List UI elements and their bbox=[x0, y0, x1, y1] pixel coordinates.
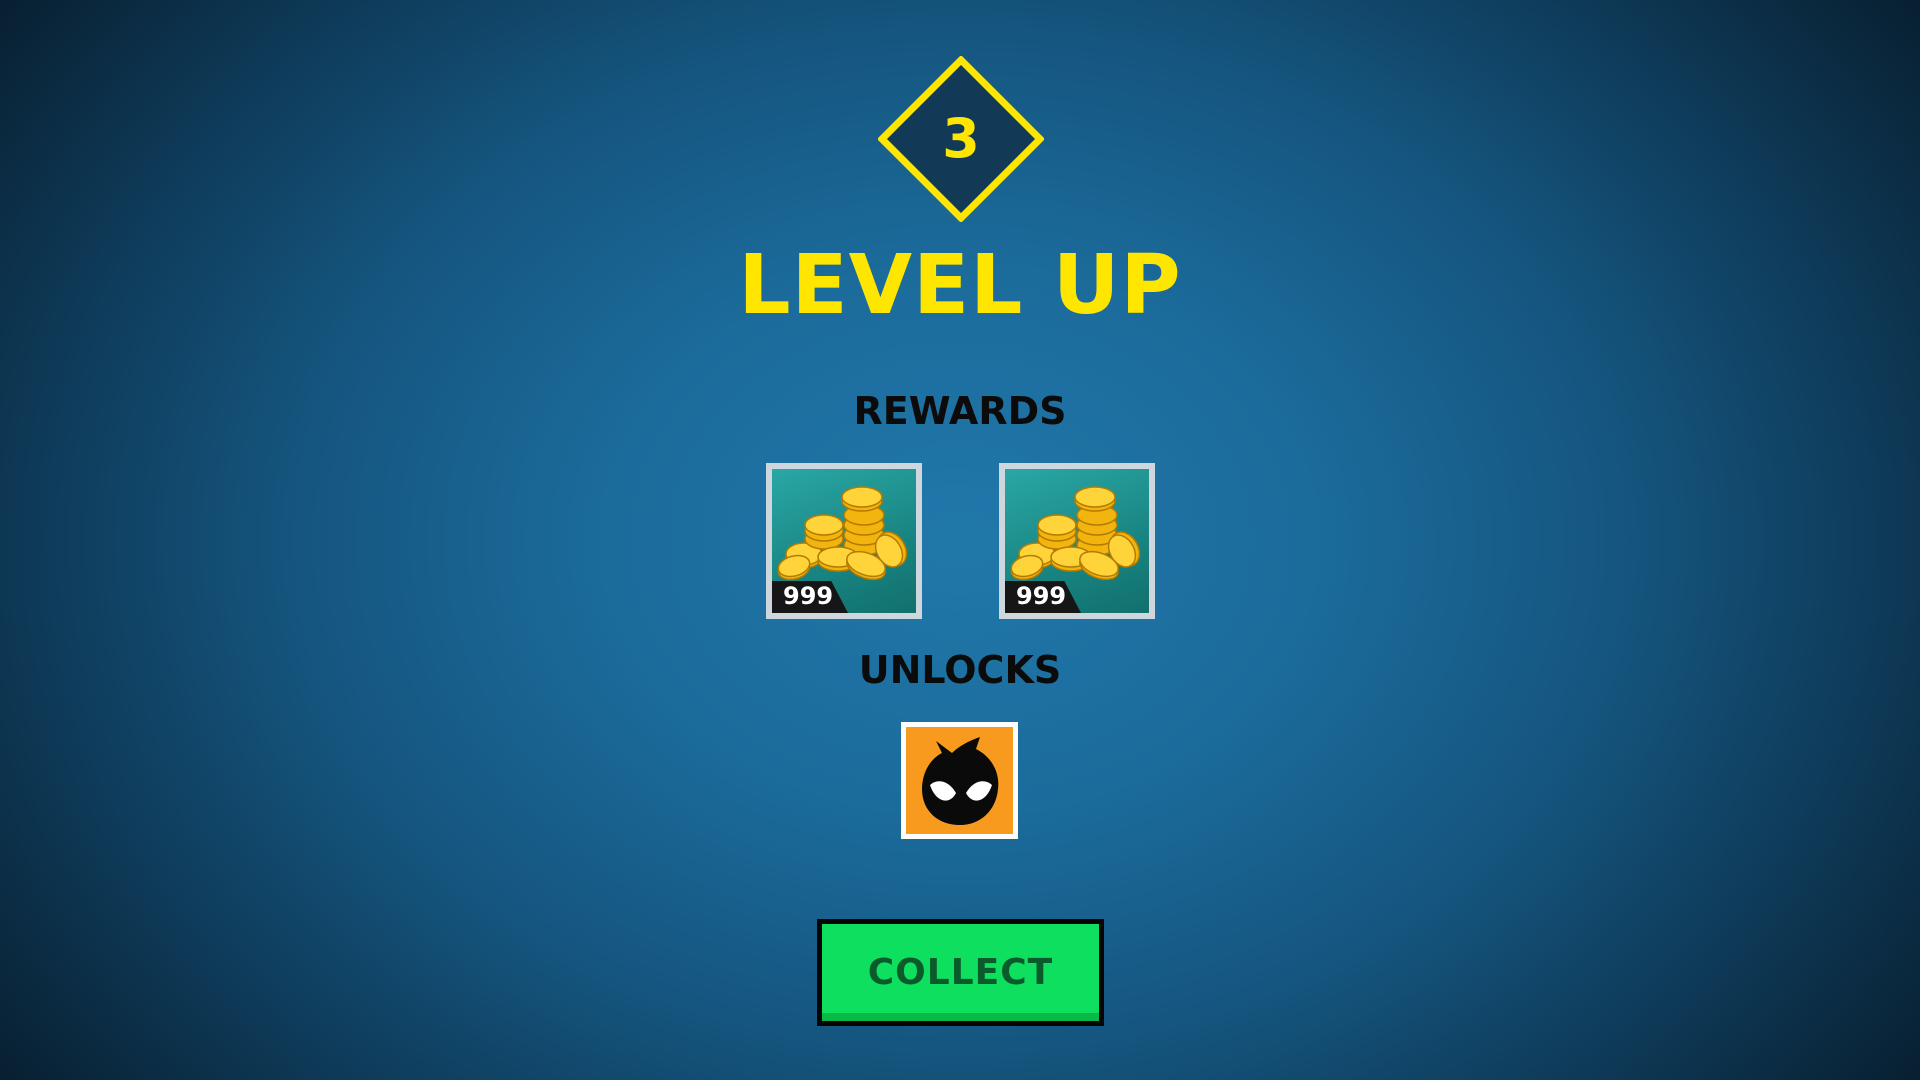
collect-button-label: COLLECT bbox=[867, 951, 1054, 993]
reward-amount: 999 bbox=[783, 582, 834, 610]
unlocks-heading: UNLOCKS bbox=[858, 648, 1062, 692]
rewards-heading: REWARDS bbox=[853, 389, 1067, 433]
unlock-tile-avatar[interactable] bbox=[901, 722, 1018, 839]
reward-tile-coins[interactable]: 999 bbox=[999, 463, 1155, 619]
reward-amount: 999 bbox=[1016, 582, 1067, 610]
level-number: 3 bbox=[942, 107, 980, 170]
masked-hero-avatar-icon bbox=[922, 737, 999, 825]
collect-button[interactable]: COLLECT bbox=[817, 919, 1104, 1026]
level-up-title: LEVEL UP bbox=[738, 238, 1182, 333]
level-badge: 3 bbox=[878, 56, 1044, 222]
reward-tile-coins[interactable]: 999 bbox=[766, 463, 922, 619]
